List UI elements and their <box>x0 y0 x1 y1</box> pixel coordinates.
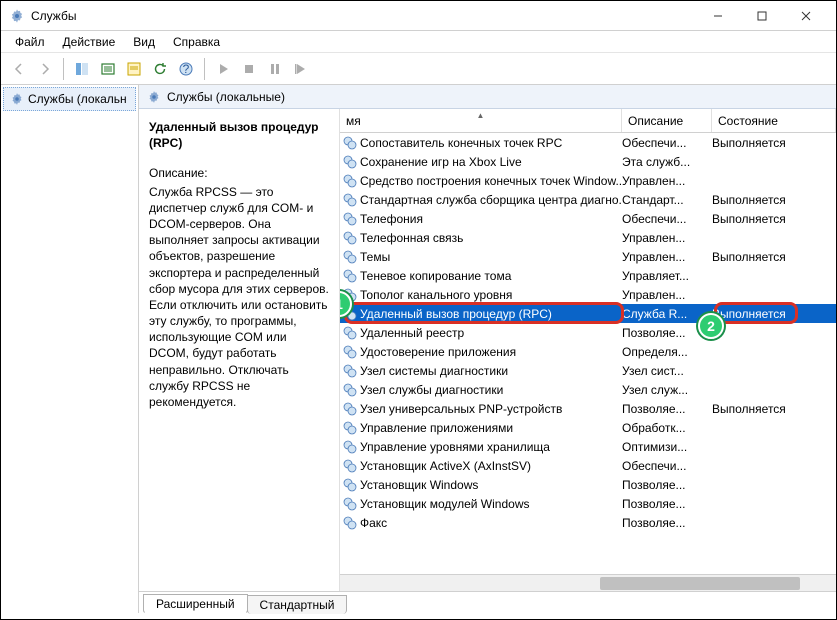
service-row[interactable]: Удаленный реестрПозволяе... <box>340 323 836 342</box>
app-icon <box>9 8 25 24</box>
tab-standard[interactable]: Стандартный <box>247 595 348 614</box>
service-row[interactable]: Узел универсальных PNP-устройствПозволяе… <box>340 399 836 418</box>
description-label: Описание: <box>149 165 329 181</box>
service-row[interactable]: Удаленный вызов процедур (RPC)Служба R..… <box>340 304 836 323</box>
service-row[interactable]: ТемыУправлен...Выполняется <box>340 247 836 266</box>
toolbar: ? <box>1 53 836 85</box>
menu-file[interactable]: Файл <box>7 33 53 51</box>
start-service-button[interactable] <box>211 57 235 81</box>
column-description[interactable]: Описание <box>622 109 712 132</box>
tree-root-label: Службы (локальн <box>28 92 127 106</box>
service-row[interactable]: Теневое копирование томаУправляет... <box>340 266 836 285</box>
menu-action[interactable]: Действие <box>55 33 124 51</box>
tree-pane: Службы (локальн <box>1 85 139 613</box>
tab-extended[interactable]: Расширенный <box>143 594 248 614</box>
refresh-button[interactable] <box>148 57 172 81</box>
service-row[interactable]: Стандартная служба сборщика центра диагн… <box>340 190 836 209</box>
column-headers: ▲ мя Описание Состояние <box>340 109 836 133</box>
export-list-button[interactable] <box>96 57 120 81</box>
service-row[interactable]: ФаксПозволяе... <box>340 513 836 532</box>
service-row[interactable]: Сохранение игр на Xbox LiveЭта служб... <box>340 152 836 171</box>
horizontal-scrollbar[interactable] <box>340 574 836 591</box>
minimize-button[interactable] <box>696 1 740 31</box>
sort-arrow-icon: ▲ <box>477 111 485 120</box>
service-row[interactable]: Сопоставитель конечных точек RPCОбеспечи… <box>340 133 836 152</box>
window-title: Службы <box>31 9 696 23</box>
service-row[interactable]: ТелефонияОбеспечи...Выполняется <box>340 209 836 228</box>
properties-button[interactable] <box>122 57 146 81</box>
service-row[interactable]: Телефонная связьУправлен... <box>340 228 836 247</box>
service-row[interactable]: Удостоверение приложенияОпределя... <box>340 342 836 361</box>
maximize-button[interactable] <box>740 1 784 31</box>
service-row[interactable]: Узел службы диагностикиУзел служ... <box>340 380 836 399</box>
service-list: 1 2 Сопоставитель конечных точек RPCОбес… <box>340 133 836 574</box>
selected-service-name: Удаленный вызов процедур (RPC) <box>149 119 329 151</box>
service-row[interactable]: Узел системы диагностикиУзел сист... <box>340 361 836 380</box>
title-bar: Службы <box>1 1 836 31</box>
close-button[interactable] <box>784 1 828 31</box>
annotation-badge-2: 2 <box>698 313 724 339</box>
service-row[interactable]: Управление приложениямиОбработк... <box>340 418 836 437</box>
column-name[interactable]: ▲ мя <box>340 109 622 132</box>
service-row[interactable]: Установщик ActiveX (AxInstSV)Обеспечи... <box>340 456 836 475</box>
svg-text:?: ? <box>183 62 190 76</box>
gear-icon <box>147 90 161 104</box>
service-row[interactable]: Установщик модулей WindowsПозволяе... <box>340 494 836 513</box>
stop-service-button[interactable] <box>237 57 261 81</box>
restart-service-button[interactable] <box>289 57 313 81</box>
forward-button[interactable] <box>33 57 57 81</box>
gear-icon <box>10 92 24 106</box>
service-row[interactable]: Управление уровнями хранилищаОптимизи... <box>340 437 836 456</box>
view-tabs: Расширенный Стандартный <box>139 591 836 613</box>
help-button[interactable]: ? <box>174 57 198 81</box>
menu-view[interactable]: Вид <box>125 33 163 51</box>
pane-header: Службы (локальные) <box>139 85 836 109</box>
description-text: Служба RPCSS — это диспетчер служб для C… <box>149 184 329 411</box>
column-state[interactable]: Состояние <box>712 109 836 132</box>
back-button[interactable] <box>7 57 31 81</box>
service-row[interactable]: Тополог канального уровняУправлен... <box>340 285 836 304</box>
description-panel: Удаленный вызов процедур (RPC) Описание:… <box>139 109 339 591</box>
service-row[interactable]: Установщик WindowsПозволяе... <box>340 475 836 494</box>
service-row[interactable]: Средство построения конечных точек Windo… <box>340 171 836 190</box>
menu-bar: Файл Действие Вид Справка <box>1 31 836 53</box>
pane-title: Службы (локальные) <box>167 90 285 104</box>
pause-service-button[interactable] <box>263 57 287 81</box>
menu-help[interactable]: Справка <box>165 33 228 51</box>
show-hide-tree-button[interactable] <box>70 57 94 81</box>
tree-root-item[interactable]: Службы (локальн <box>3 87 136 111</box>
